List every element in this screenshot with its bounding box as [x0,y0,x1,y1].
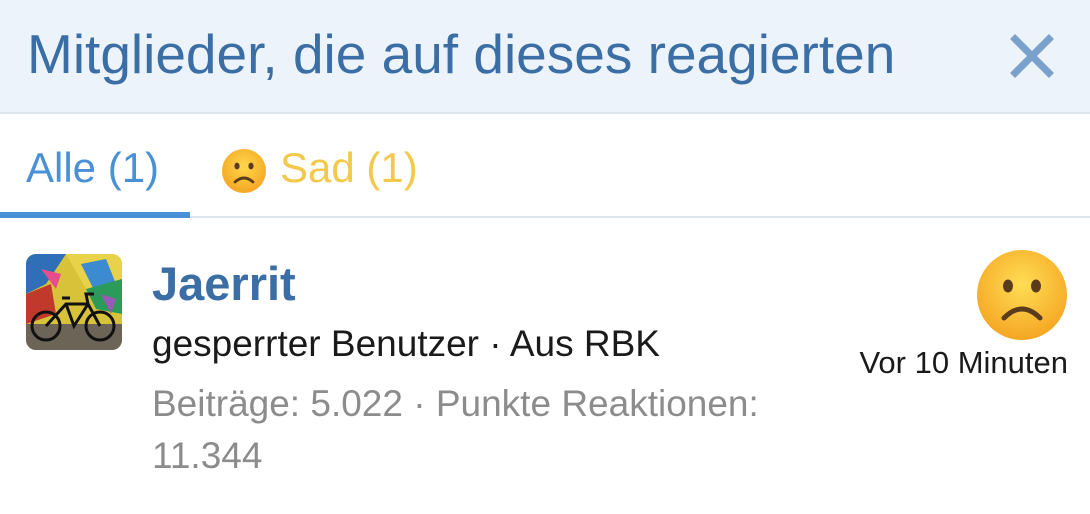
avatar[interactable] [26,254,122,350]
tab-sad-label: Sad (1) [280,144,418,191]
member-row: Jaerrit gesperrter Benutzer · Aus RBK Be… [0,218,1090,514]
tab-all[interactable]: Alle (1) [0,114,190,218]
reaction-tabs: Alle (1) Sad (1) [0,114,1090,218]
close-icon[interactable] [1003,27,1061,85]
tab-sad[interactable]: Sad (1) [214,114,434,216]
sad-face-icon [975,248,1069,342]
member-user-title: gesperrter Benutzer · Aus RBK [152,323,660,364]
reaction-time: Vor 10 Minuten [859,345,1068,380]
reactions-overlay: Mitglieder, die auf dieses reagierten Al… [0,0,1090,514]
overlay-header: Mitglieder, die auf dieses reagierten [0,0,1090,114]
member-stats: Beiträge: 5.022 · Punkte Reaktionen: 11.… [152,383,759,476]
member-name[interactable]: Jaerrit [152,256,296,312]
sad-face-icon [220,147,268,195]
tab-all-label: Alle (1) [26,144,160,191]
overlay-title: Mitglieder, die auf dieses reagierten [27,23,896,85]
